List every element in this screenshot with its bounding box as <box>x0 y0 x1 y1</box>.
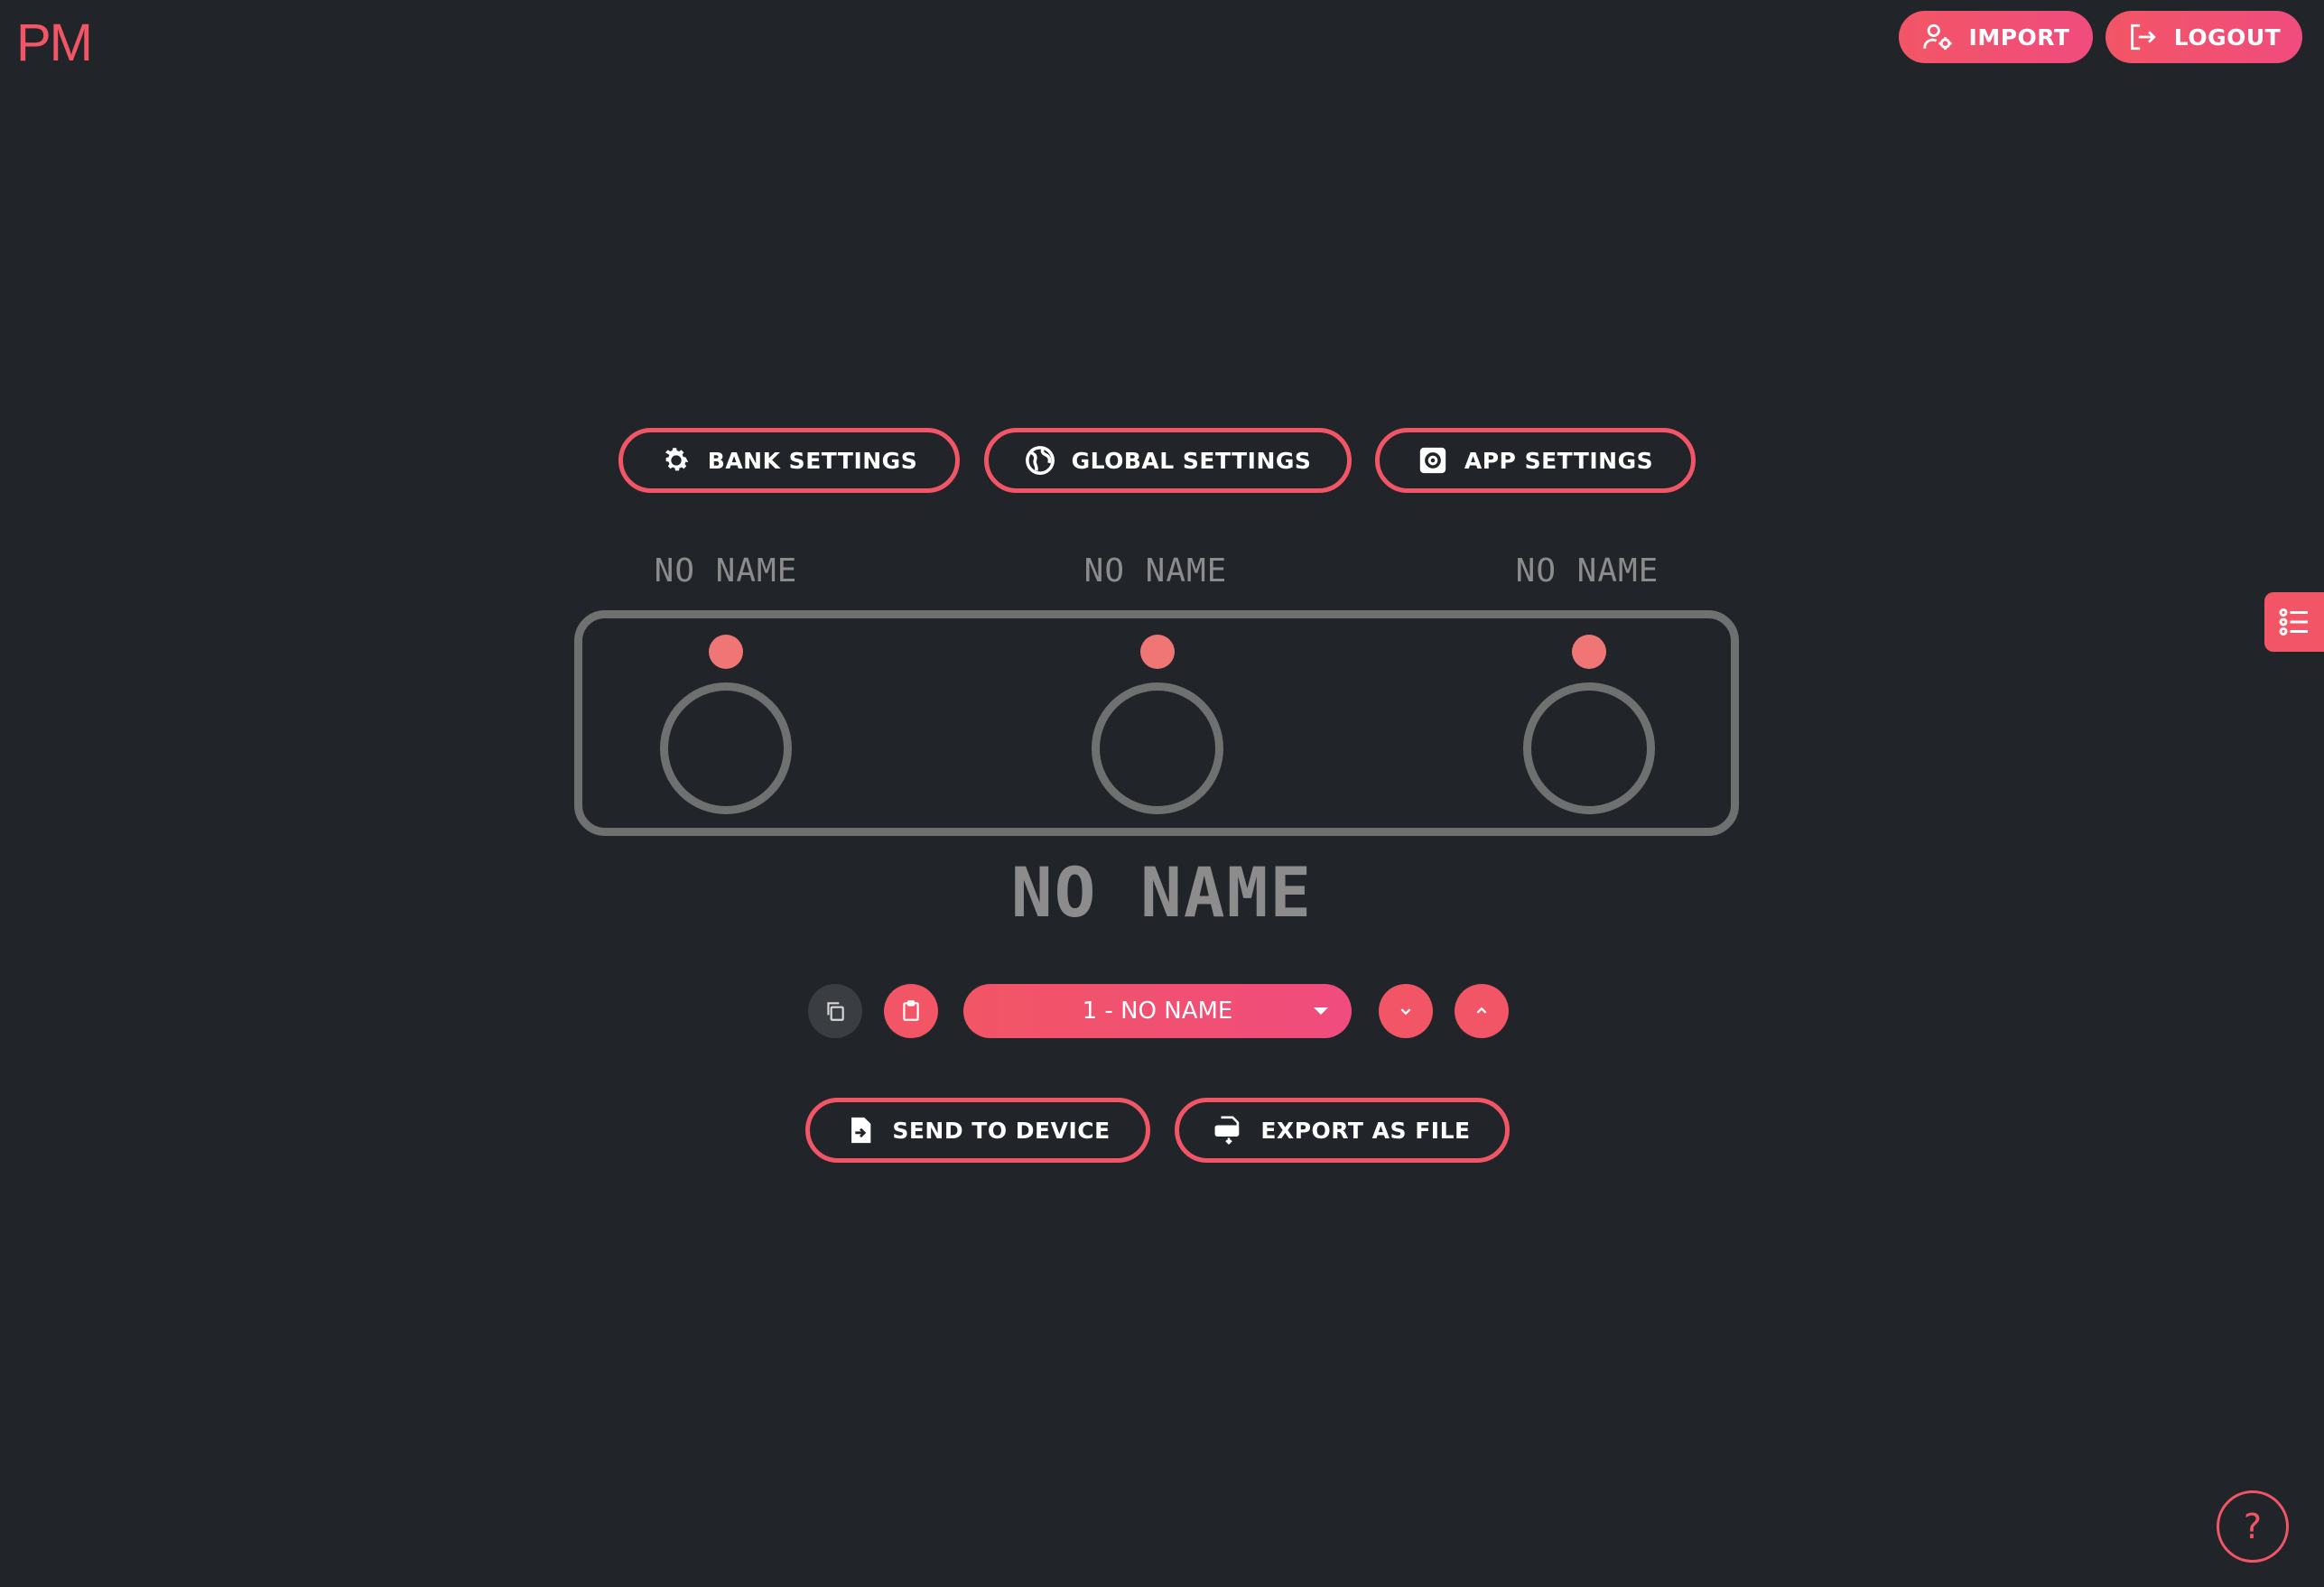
switch-led-3 <box>1572 635 1606 669</box>
logout-label: LOGOUT <box>2173 23 2282 51</box>
footswitch-3[interactable] <box>1523 682 1655 814</box>
bank-settings-button[interactable]: BANK SETTINGS <box>618 428 960 493</box>
switch-led-2 <box>1140 635 1175 669</box>
app-settings-button[interactable]: APP SETTINGS <box>1375 428 1696 493</box>
bank-select[interactable]: 1 - NO NAME <box>963 984 1352 1038</box>
clipboard-icon <box>899 999 923 1023</box>
bank-settings-label: BANK SETTINGS <box>707 447 918 474</box>
help-icon: ? <box>2243 1507 2263 1546</box>
app-logo: PM <box>16 14 93 72</box>
export-as-file-label: EXPORT AS FILE <box>1260 1117 1471 1144</box>
list-icon <box>2278 606 2310 638</box>
send-to-device-label: SEND TO DEVICE <box>892 1117 1111 1144</box>
help-button[interactable]: ? <box>2217 1490 2289 1563</box>
bank-up-button[interactable] <box>1455 984 1509 1038</box>
switch-name-2: NO NAME <box>1083 552 1228 589</box>
dropdown-caret-icon <box>1314 1007 1328 1015</box>
bank-select-value: 1 - NO NAME <box>1082 998 1233 1025</box>
bank-title: NO NAME <box>1010 852 1314 933</box>
export-as-file-button[interactable]: EXPORT AS FILE <box>1175 1098 1510 1163</box>
send-to-device-button[interactable]: SEND TO DEVICE <box>805 1098 1150 1163</box>
import-label: IMPORT <box>1968 23 2070 51</box>
copy-button[interactable] <box>808 984 862 1038</box>
switch-led-1 <box>709 635 743 669</box>
footswitch-1[interactable] <box>660 682 792 814</box>
file-send-icon <box>845 1115 876 1146</box>
paste-button[interactable] <box>884 984 938 1038</box>
chevron-down-icon <box>1396 1001 1416 1021</box>
chevron-up-icon <box>1472 1001 1492 1021</box>
import-button[interactable]: IMPORT <box>1899 11 2093 63</box>
side-panel-toggle[interactable] <box>2264 592 2324 652</box>
gear-icon <box>661 445 692 476</box>
json-file-icon <box>1213 1115 1244 1146</box>
logout-icon <box>2127 22 2158 52</box>
globe-icon <box>1025 445 1055 476</box>
app-settings-icon <box>1418 445 1448 476</box>
user-gear-icon <box>1922 22 1953 52</box>
bank-down-button[interactable] <box>1379 984 1433 1038</box>
switch-name-1: NO NAME <box>654 552 798 589</box>
switch-name-3: NO NAME <box>1515 552 1659 589</box>
logout-button[interactable]: LOGOUT <box>2106 11 2302 63</box>
app-settings-label: APP SETTINGS <box>1464 447 1654 474</box>
copy-icon <box>823 999 847 1023</box>
global-settings-label: GLOBAL SETTINGS <box>1071 447 1312 474</box>
global-settings-button[interactable]: GLOBAL SETTINGS <box>984 428 1352 493</box>
footswitch-2[interactable] <box>1092 682 1223 814</box>
